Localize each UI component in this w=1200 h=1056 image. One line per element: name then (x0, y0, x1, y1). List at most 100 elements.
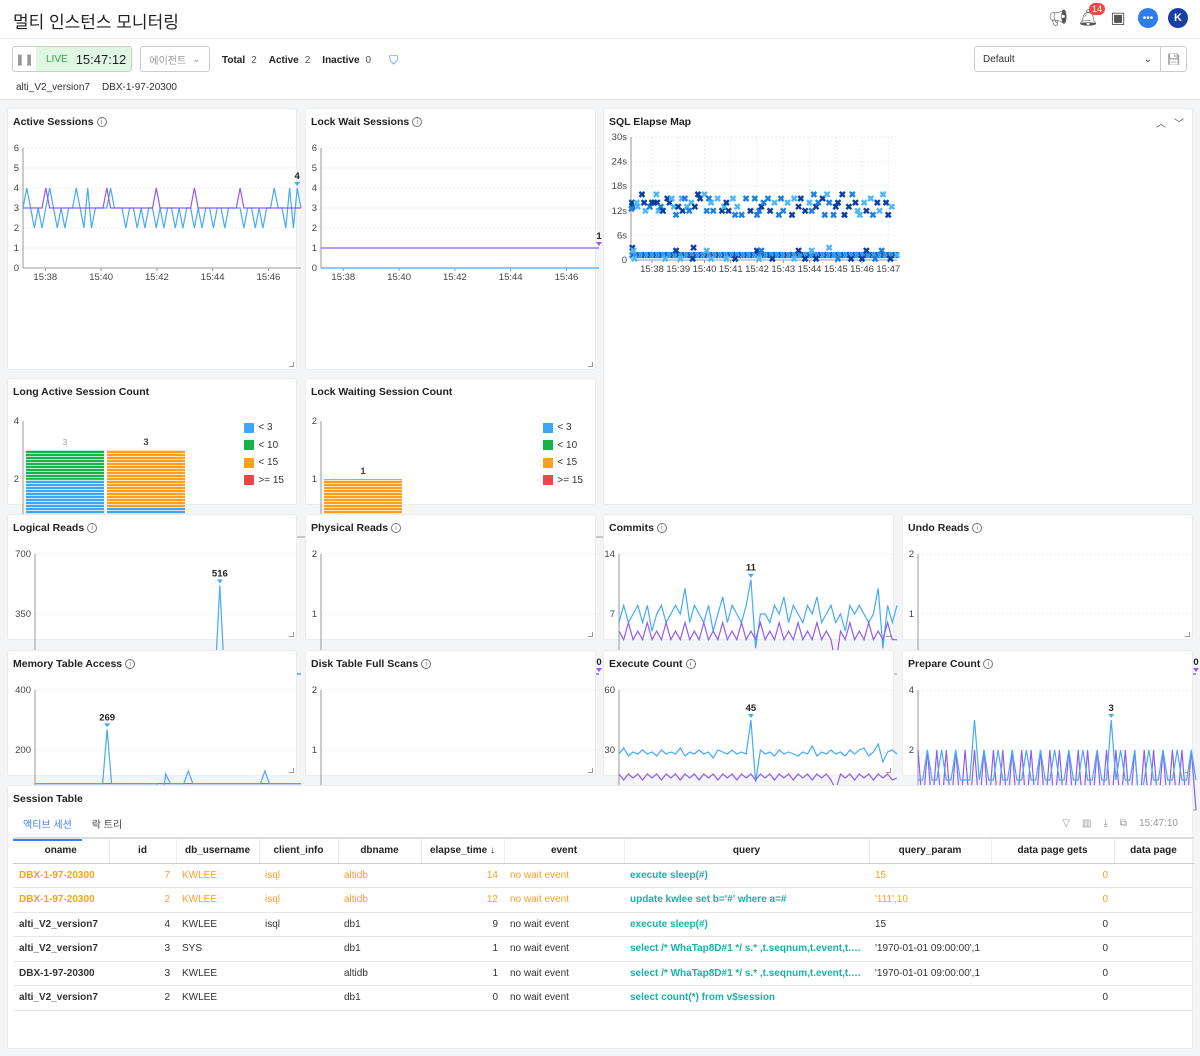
legend-item[interactable]: < 15 (244, 454, 284, 472)
legend-item[interactable]: < 3 (244, 419, 284, 437)
instance-name[interactable]: DBX-1-97-20300 (102, 82, 177, 93)
table-cell[interactable]: update kwlee set b='#' where a=# (624, 887, 869, 913)
filter-icon[interactable]: ▽ (1062, 818, 1070, 829)
legend-item[interactable]: < 10 (543, 437, 583, 455)
panel-title: Physical Reads (311, 522, 389, 534)
table-row[interactable]: alti_V2_version7 4 KWLEE isql db1 9 no wait ev… (13, 912, 1193, 937)
info-icon[interactable]: i (87, 523, 98, 533)
sql-elapse-map-chart[interactable]: 0 6s 12s 18s 24s 30s 15:38 15:39 15:40 15:41 15:42… (604, 131, 904, 281)
y-tick-label: 0 (622, 255, 627, 266)
save-icon[interactable]: 💾︎ (1160, 47, 1186, 71)
table-row[interactable]: DBX-1-97-20300 2 KWLEE isql altidb 12 no wait … (13, 887, 1193, 913)
table-cell[interactable]: select /* WhaTap8D#1 */ s.* ,t.seqnum,t.… (624, 961, 869, 986)
chevron-down-icon[interactable]: ﹀ (1174, 115, 1184, 130)
resize-handle[interactable] (886, 768, 891, 773)
column-header[interactable]: query (624, 837, 870, 864)
resize-handle[interactable] (1185, 632, 1190, 637)
column-header[interactable]: data page gets (991, 837, 1115, 864)
table-cell: db1 (338, 936, 421, 962)
legend-label: < 10 (557, 439, 578, 451)
legend-swatch (244, 475, 255, 486)
resize-handle[interactable] (289, 362, 294, 367)
chevron-up-icon[interactable]: ︿ (1156, 115, 1166, 130)
column-header[interactable]: client_info (259, 837, 339, 864)
sql-elapse-map-panel: SQL Elapse Map ︿ ﹀ 0 6s 12s 18s 24s 30s 15:38 15… (603, 108, 1193, 505)
table-row[interactable]: DBX-1-97-20300 3 KWLEE altidb 1 no wait event… (13, 961, 1193, 986)
resize-handle[interactable] (588, 362, 593, 367)
resize-handle[interactable] (289, 632, 294, 637)
metric-panel: Execute Counti0306015:3815:4015:4215:441… (603, 650, 898, 825)
table-row[interactable]: alti_V2_version7 2 KWLEE db1 0 no wait event s… (13, 985, 1193, 1011)
legend-item[interactable]: < 15 (543, 454, 583, 472)
table-row[interactable]: DBX-1-97-20300 7 KWLEE isql altidb 14 no wait … (13, 863, 1193, 888)
bell-icon[interactable]: 🔔︎ 14 (1078, 3, 1106, 28)
table-cell: no wait event (504, 863, 624, 888)
table-cell[interactable]: select /* WhaTap8D#1 */ s.* ,t.seqnum,t.… (624, 936, 869, 962)
table-cell: '1970-01-01 09:00:00',1 (869, 936, 991, 962)
info-icon[interactable]: i (412, 117, 423, 127)
y-tick-label: 7 (610, 609, 615, 620)
y-tick-label: 1 (909, 609, 914, 620)
legend-item[interactable]: >= 15 (244, 472, 284, 490)
column-header[interactable]: dbname (338, 837, 422, 864)
table-cell (1114, 912, 1193, 937)
pause-button[interactable]: ❚❚ (13, 47, 36, 71)
resize-handle[interactable] (289, 768, 294, 773)
table-cell: isql (259, 887, 338, 913)
column-header[interactable]: elapse_time ↓ (421, 837, 505, 864)
column-header[interactable]: query_param (869, 837, 992, 864)
avatar[interactable]: K (1168, 8, 1188, 28)
filter-reset-icon[interactable]: ⛉ (389, 53, 398, 68)
panel-title: Execute Count (609, 658, 683, 670)
table-cell[interactable]: select count(*) from v$session (624, 985, 869, 1011)
instance-name[interactable]: alti_V2_version7 (16, 82, 90, 93)
table-cell: 14 (421, 863, 504, 888)
peak-marker (1193, 668, 1199, 672)
chat-icon[interactable]: ••• (1138, 8, 1158, 28)
resize-handle[interactable] (588, 632, 593, 637)
table-cell: 9 (421, 912, 504, 937)
info-icon[interactable]: i (983, 659, 994, 669)
y-tick-label: 18s (612, 181, 628, 192)
preset-dropdown[interactable]: Default ⌄ (975, 47, 1160, 71)
legend-item[interactable]: < 10 (244, 437, 284, 455)
legend-item[interactable]: >= 15 (543, 472, 583, 490)
resize-handle[interactable] (886, 632, 891, 637)
column-header[interactable]: oname (13, 837, 110, 864)
legend-label: >= 15 (258, 474, 284, 486)
legend-item[interactable]: < 3 (543, 419, 583, 437)
info-icon[interactable]: i (391, 523, 402, 533)
metric-panel: Commitsi071415:3815:4015:4215:4415:4611 (603, 514, 898, 689)
table-cell[interactable]: execute sleep(#) (624, 863, 869, 888)
info-icon[interactable]: i (421, 659, 432, 669)
columns-icon[interactable]: ▥ (1082, 818, 1091, 829)
info-icon[interactable]: i (656, 523, 667, 533)
info-icon[interactable]: i (685, 659, 696, 669)
table-cell (1114, 936, 1193, 962)
column-header[interactable]: id (109, 837, 177, 864)
table-cell: altidb (338, 887, 421, 913)
resize-handle[interactable] (1185, 768, 1190, 773)
resize-handle[interactable] (588, 768, 593, 773)
info-icon[interactable]: i (972, 523, 983, 533)
column-header[interactable]: event (504, 837, 625, 864)
live-indicator[interactable]: LIVE 15:47:12 (36, 47, 131, 71)
table-row[interactable]: alti_V2_version7 3 SYS db1 1 no wait event sel… (13, 936, 1193, 962)
legend-swatch (543, 422, 554, 433)
agent-dropdown[interactable]: 에이전트 ⌄ (140, 46, 210, 72)
megaphone-icon[interactable]: 📢︎ (1048, 8, 1068, 28)
table-cell: 2 (109, 985, 176, 1011)
peak-marker (747, 714, 754, 718)
scatter-point (849, 191, 856, 198)
copy-icon[interactable]: ⧉ (1120, 818, 1127, 829)
calendar-icon[interactable]: ▣ (1108, 8, 1128, 28)
table-cell[interactable]: execute sleep(#) (624, 912, 869, 937)
x-tick-label: 15:45 (824, 264, 848, 275)
info-icon[interactable]: i (96, 117, 107, 127)
y-tick-label: 350 (15, 609, 31, 620)
download-icon[interactable]: ⤓ (1104, 818, 1108, 829)
column-header[interactable]: db_username (176, 837, 260, 864)
info-icon[interactable]: i (125, 659, 136, 669)
column-header[interactable]: data page (1114, 837, 1194, 864)
y-tick-label: 0 (14, 263, 19, 274)
